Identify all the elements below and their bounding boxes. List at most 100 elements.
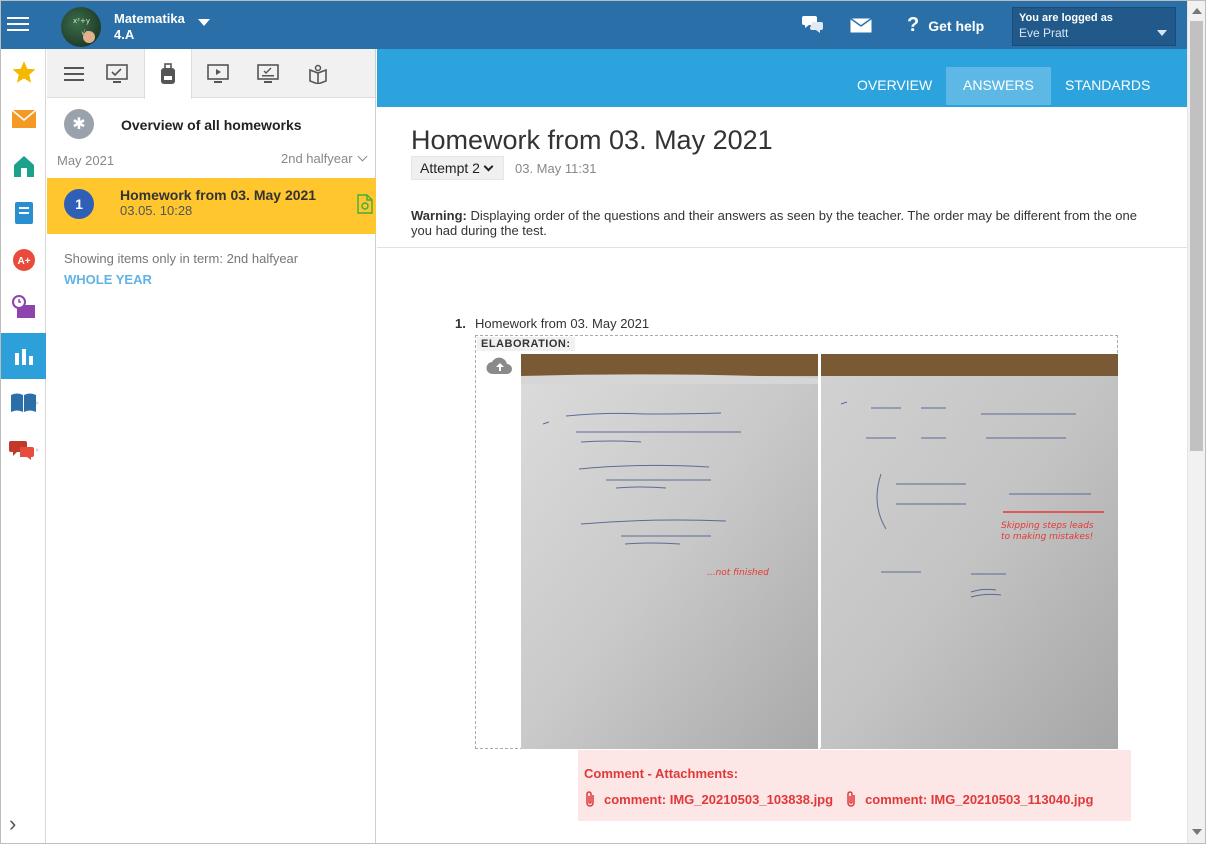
photo-note-left: ...not finished xyxy=(707,568,769,578)
class-group: 4.A xyxy=(114,27,135,42)
icon-rail: A+ › xyxy=(1,49,46,843)
answer-photo-2[interactable]: Skipping steps leads to making mistakes! xyxy=(821,354,1118,749)
page-title: Homework from 03. May 2021 xyxy=(411,125,773,155)
quiz-icon xyxy=(257,63,279,83)
rail-discussions[interactable] xyxy=(1,427,46,473)
divider xyxy=(377,247,1187,248)
rail-statistics[interactable] xyxy=(1,333,46,379)
rail-grades[interactable]: A+ xyxy=(1,237,46,283)
question-title: Homework from 03. May 2021 xyxy=(475,316,650,331)
overview-label: Overview of all homeworks xyxy=(121,117,302,133)
tab-videos[interactable] xyxy=(194,49,242,98)
chevron-down-icon xyxy=(1157,30,1167,36)
video-icon xyxy=(207,63,229,83)
user-menu[interactable]: You are logged as Eve Pratt xyxy=(1012,7,1176,46)
homework-datetime: 03.05. 10:28 xyxy=(120,203,193,218)
help-label: Get help xyxy=(928,17,985,34)
attachment-list: comment: IMG_20210503_103838.jpg comment… xyxy=(584,790,1125,808)
rail-notebook[interactable] xyxy=(1,190,46,236)
tab-quizzes[interactable] xyxy=(244,49,292,98)
gear-icon: ✱ xyxy=(64,109,94,139)
chevron-right-icon[interactable]: › xyxy=(9,811,16,837)
answer-photo-1[interactable]: ...not finished xyxy=(521,354,818,749)
svg-text:A+: A+ xyxy=(17,256,30,267)
rail-schedule[interactable] xyxy=(1,284,46,330)
term-note: Showing items only in term: 2nd halfyear xyxy=(64,251,299,266)
book-icon xyxy=(10,393,39,412)
photo-note-right-line1: Skipping steps leads xyxy=(1001,521,1094,531)
paperclip-icon xyxy=(586,791,594,807)
schedule-icon xyxy=(11,295,35,318)
user-name: Eve Pratt xyxy=(1019,26,1069,40)
question-icon: ? xyxy=(907,14,920,36)
rail-library[interactable] xyxy=(1,380,46,426)
home-icon xyxy=(13,156,34,177)
paperclip-icon xyxy=(847,791,855,807)
tab-homework[interactable] xyxy=(144,49,192,99)
mail-icon xyxy=(11,109,36,128)
page-scrollbar[interactable] xyxy=(1187,1,1205,843)
tab-list[interactable] xyxy=(50,49,98,98)
comment-title: Comment - Attachments: xyxy=(584,766,739,781)
attempt-select[interactable]: Attempt 2 xyxy=(411,156,504,180)
attachment-link[interactable]: comment: IMG_20210503_103838.jpg xyxy=(584,790,833,808)
chevron-down-icon xyxy=(357,151,368,162)
menu-icon[interactable] xyxy=(7,13,29,35)
question-number: 1. xyxy=(455,316,466,331)
warning-label: Warning: xyxy=(411,208,467,223)
comment-attachments: Comment - Attachments: comment: IMG_2021… xyxy=(578,750,1131,821)
rail-favorites[interactable] xyxy=(1,49,46,95)
class-avatar: x²+y √a xyxy=(61,7,101,47)
user-logged-label: You are logged as xyxy=(1019,12,1113,24)
class-name: Matematika xyxy=(114,11,185,26)
tab-textbooks[interactable] xyxy=(294,49,342,98)
help-button[interactable]: ? Get help xyxy=(907,14,984,37)
backpack-icon xyxy=(161,63,175,84)
file-attachment-icon xyxy=(357,194,373,214)
messages-icon[interactable] xyxy=(802,14,824,34)
class-selector[interactable]: Matematika 4.A xyxy=(114,11,185,43)
homework-number-badge: 1 xyxy=(64,189,94,219)
scroll-thumb[interactable] xyxy=(1190,21,1203,451)
photo-note-right-line2: to making mistakes! xyxy=(1001,532,1094,542)
chevron-down-icon[interactable] xyxy=(198,19,210,26)
warning-message: Warning: Displaying order of the questio… xyxy=(411,208,1151,238)
homework-panel: ✱ Overview of all homeworks May 2021 2nd… xyxy=(47,49,376,843)
panel-tabs xyxy=(47,49,375,99)
stats-icon xyxy=(14,349,33,365)
rail-messages[interactable] xyxy=(1,96,46,142)
homework-title: Homework from 03. May 2021 xyxy=(120,187,317,203)
attachment-label: comment: IMG_20210503_113040.jpg xyxy=(865,791,1094,807)
main-content: OVERVIEW ANSWERS STANDARDS Homework from… xyxy=(377,49,1187,843)
tab-answers[interactable]: ANSWERS xyxy=(946,67,1051,105)
star-icon xyxy=(12,61,35,83)
term-select[interactable]: 2nd halfyear xyxy=(281,151,368,166)
homework-list-item[interactable]: 1 Homework from 03. May 2021 03.05. 10:2… xyxy=(47,178,376,234)
grade-icon: A+ xyxy=(12,249,35,271)
chat-icon xyxy=(8,441,39,460)
attempt-time: 03. May 11:31 xyxy=(515,161,597,176)
notebook-icon xyxy=(14,202,33,224)
warning-text: Displaying order of the questions and th… xyxy=(411,208,1137,238)
top-bar: x²+y √a Matematika 4.A ? Get help You ar… xyxy=(1,1,1187,49)
tab-standards[interactable]: STANDARDS xyxy=(1048,67,1167,105)
attempt-value: Attempt 2 xyxy=(420,160,480,176)
overview-all-homeworks[interactable]: ✱ Overview of all homeworks xyxy=(47,106,376,142)
open-book-icon xyxy=(309,64,327,84)
list-icon xyxy=(64,66,84,81)
cloud-upload-icon[interactable] xyxy=(486,356,514,376)
tab-tests[interactable] xyxy=(93,49,141,98)
rail-home[interactable] xyxy=(1,143,46,189)
month-label: May 2021 xyxy=(57,153,115,168)
main-tabs: OVERVIEW ANSWERS STANDARDS xyxy=(377,49,1187,107)
scroll-down-arrow-icon[interactable] xyxy=(1192,829,1202,835)
mail-icon[interactable] xyxy=(850,18,872,33)
scroll-up-arrow-icon[interactable] xyxy=(1192,8,1202,14)
photo-note-right: Skipping steps leads to making mistakes! xyxy=(1001,521,1094,543)
attachment-link[interactable]: comment: IMG_20210503_113040.jpg xyxy=(845,790,1093,808)
elaboration-box: ELABORATION: ...not finished Skipping st… xyxy=(475,335,1118,749)
elaboration-label: ELABORATION: xyxy=(477,337,575,351)
attachment-label: comment: IMG_20210503_103838.jpg xyxy=(604,791,834,807)
whole-year-link[interactable]: WHOLE YEAR xyxy=(64,272,152,287)
tab-overview[interactable]: OVERVIEW xyxy=(840,67,949,105)
